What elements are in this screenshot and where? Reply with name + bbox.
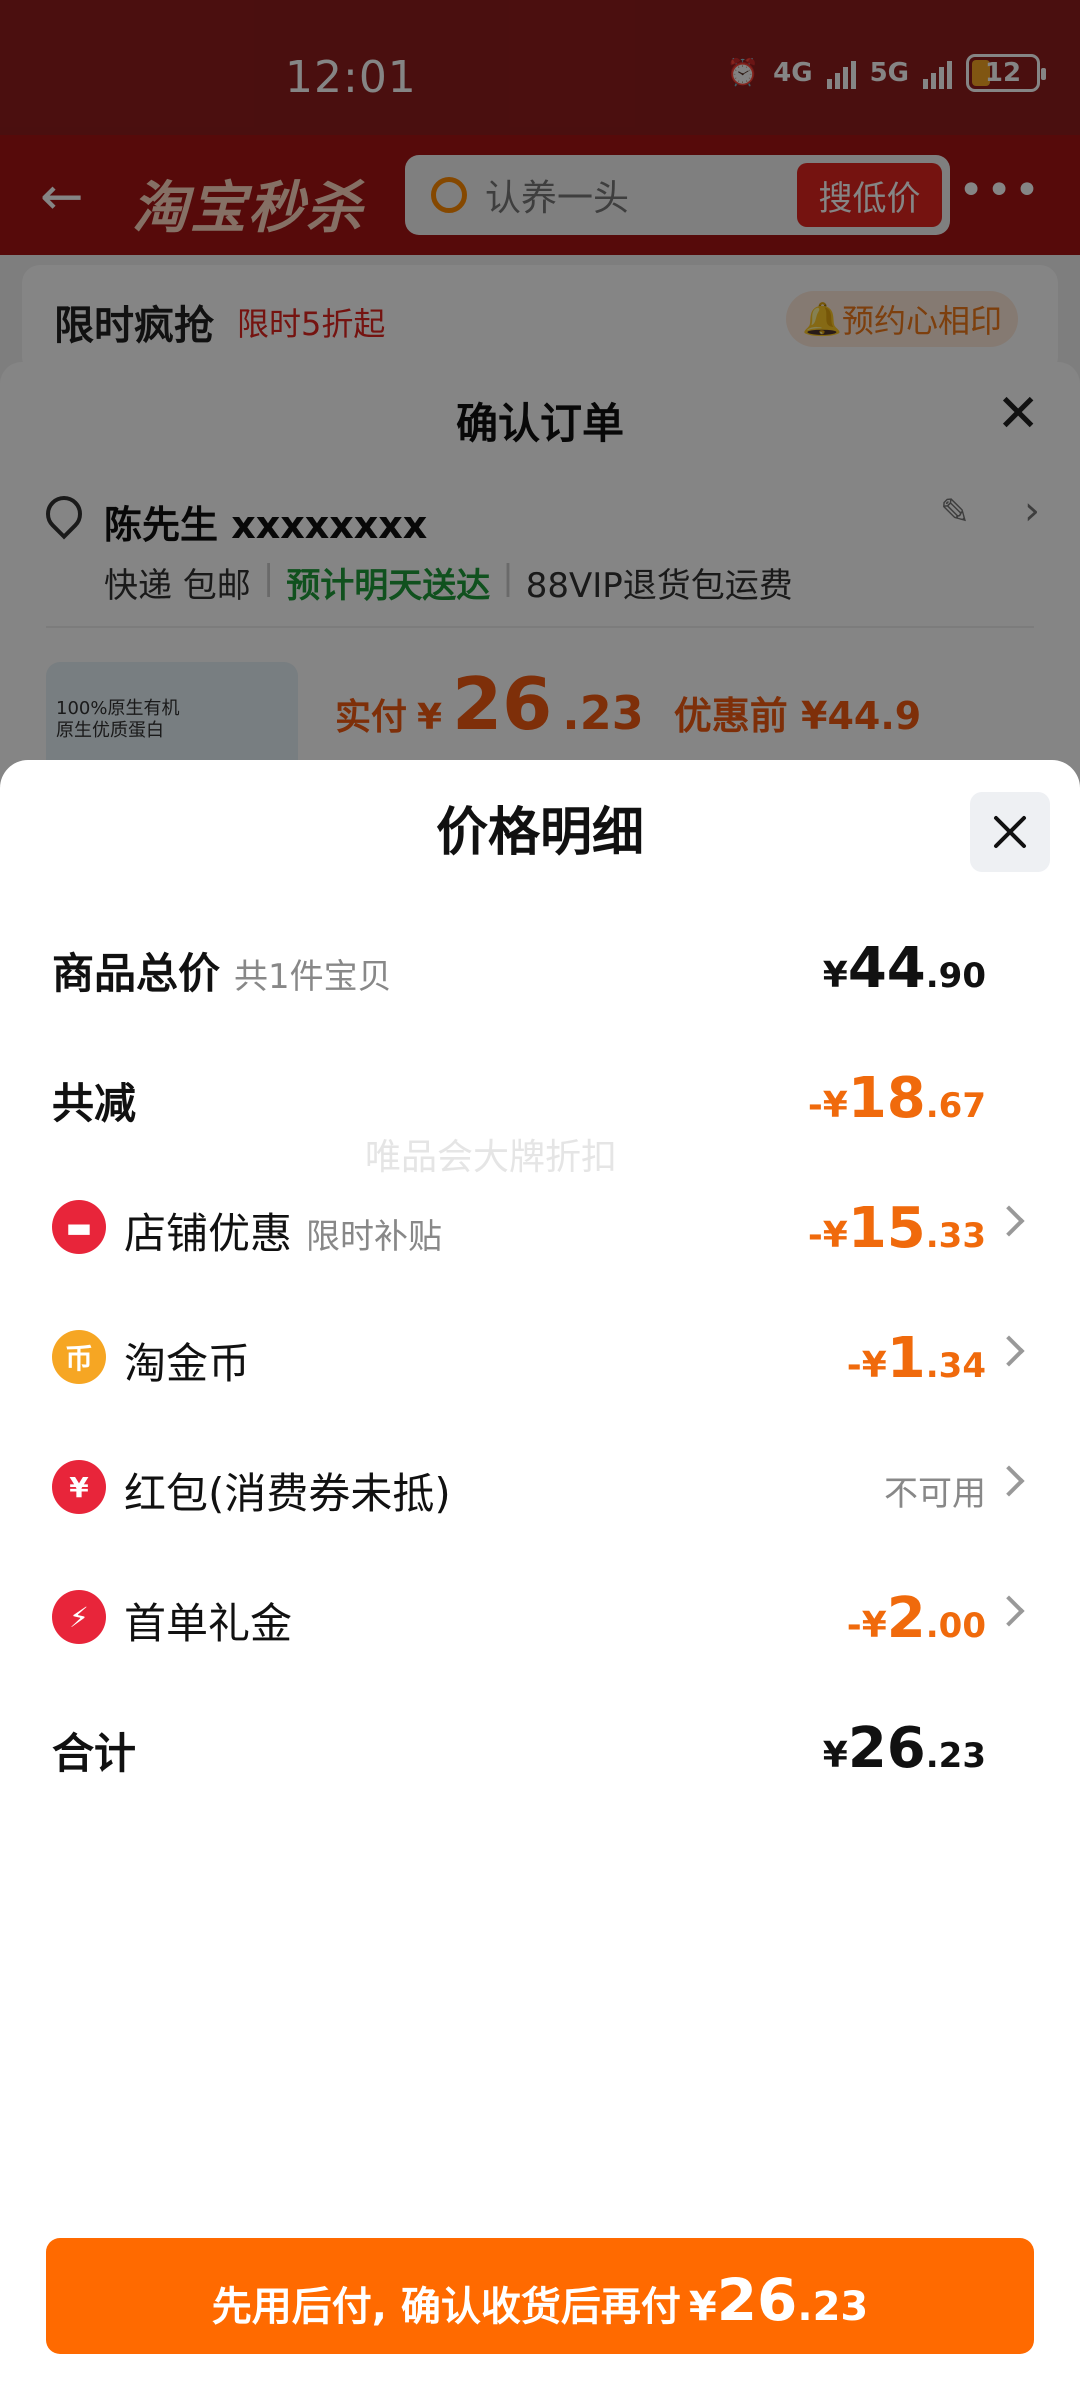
close-icon (994, 816, 1026, 848)
row-taojinbi[interactable]: 币 淘金币 - ¥1.34 (0, 1318, 1080, 1398)
row-first-order-gift[interactable]: ⚡ 首单礼金 - ¥2.00 (0, 1578, 1080, 1658)
row-label: 商品总价 共1件宝贝 (52, 949, 392, 998)
chevron-right-icon (993, 1595, 1025, 1627)
row-value: 不可用 (884, 1474, 986, 1514)
row-goods-total: 商品总价 共1件宝贝 ¥44.90 (0, 928, 1080, 1008)
row-value: ¥44.90 (822, 936, 986, 1001)
row-value: - ¥1.34 (846, 1326, 986, 1391)
cta-currency: ¥ (688, 2284, 717, 2330)
row-sum: 合计 ¥26.23 (0, 1708, 1080, 1788)
row-sub: 共1件宝贝 (234, 957, 392, 997)
chevron-right-icon (993, 1205, 1025, 1237)
store-icon: ▬ (52, 1200, 106, 1254)
watermark: 唯品会大牌折扣 (365, 1137, 618, 1178)
row-red-packet[interactable]: ¥ 红包(消费券未抵) 不可用 (0, 1448, 1080, 1528)
chevron-right-icon (993, 1465, 1025, 1497)
row-label: 共减 (52, 1079, 137, 1128)
row-sub: 限时补贴 (306, 1217, 443, 1257)
row-label: 淘金币 (124, 1339, 251, 1388)
sheet-title: 价格明细 (435, 803, 644, 863)
red-packet-icon: ¥ (52, 1460, 106, 1514)
cta-int: 26 (716, 2266, 798, 2334)
cta-dec: .23 (797, 2284, 869, 2330)
pay-later-button[interactable]: 先用后付, 确认收货后再付 ¥ 26 .23 (46, 2238, 1034, 2354)
row-value: - ¥2.00 (846, 1586, 986, 1651)
row-store-discount[interactable]: ▬ 店铺优惠 限时补贴 - ¥15.33 (0, 1188, 1080, 1268)
row-label: 合计 (52, 1729, 137, 1778)
price-detail-sheet: 价格明细 商品总价 共1件宝贝 ¥44.90 共减 - ¥18.67 ▬ 店铺优惠限… (0, 760, 1080, 2400)
cta-text: 先用后付, 确认收货后再付 (211, 2284, 681, 2330)
lightning-icon: ⚡ (52, 1590, 106, 1644)
row-label: 店铺优惠 限时补贴 (124, 1209, 443, 1258)
row-label: 红包(消费券未抵) (124, 1469, 451, 1518)
row-label: 首单礼金 (124, 1599, 293, 1648)
coin-icon: 币 (52, 1330, 106, 1384)
close-button[interactable] (970, 792, 1050, 872)
row-value: - ¥18.67 (807, 1066, 986, 1131)
row-total-reduction: 共减 - ¥18.67 (0, 1058, 1080, 1138)
row-value: - ¥15.33 (807, 1196, 986, 1261)
chevron-right-icon (993, 1335, 1025, 1367)
row-value: ¥26.23 (822, 1716, 986, 1781)
